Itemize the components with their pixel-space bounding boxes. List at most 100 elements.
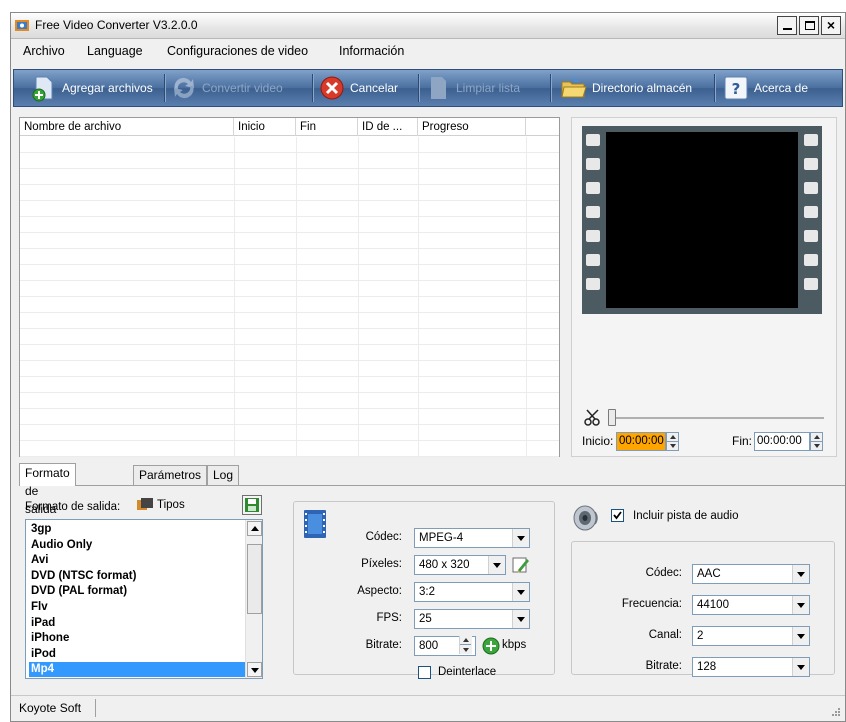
types-button[interactable]: Tipos	[137, 495, 185, 515]
table-row	[20, 377, 559, 393]
arrow-up-icon	[251, 526, 259, 531]
format-list-item[interactable]: DVD (NTSC format)	[29, 569, 245, 584]
aspect-select[interactable]: 3:2	[414, 582, 530, 602]
about-button[interactable]: ? Acerca de	[722, 70, 808, 106]
speaker-icon	[573, 505, 598, 531]
save-preset-button[interactable]	[242, 495, 262, 515]
chevron-down-icon[interactable]	[512, 583, 529, 601]
format-list-item[interactable]: Mp4	[29, 662, 245, 678]
end-time-spinner[interactable]	[810, 432, 823, 451]
table-row	[20, 153, 559, 169]
video-codec-value: MPEG-4	[419, 532, 464, 544]
video-codec-label: Códec:	[365, 531, 402, 543]
chevron-down-icon[interactable]	[488, 556, 505, 574]
table-row	[20, 425, 559, 441]
column-id[interactable]: ID de ...	[358, 118, 418, 136]
resize-grip-icon[interactable]	[829, 705, 841, 717]
clear-list-button[interactable]: Limpiar lista	[424, 70, 520, 106]
add-bitrate-icon[interactable]	[482, 637, 500, 655]
table-row	[20, 409, 559, 425]
chevron-down-icon[interactable]	[792, 658, 809, 676]
format-list-item[interactable]: Flv	[29, 600, 245, 615]
minimize-button[interactable]	[777, 16, 797, 35]
format-list-item[interactable]: iPhone	[29, 631, 245, 646]
format-list-item[interactable]: DVD (PAL format)	[29, 584, 245, 599]
format-list-item[interactable]: 3gp	[29, 522, 245, 537]
format-list-item[interactable]: Avi	[29, 553, 245, 568]
table-row	[20, 137, 559, 153]
end-time-label: Fin:	[732, 434, 753, 448]
seek-thumb[interactable]	[608, 409, 616, 426]
title-bar[interactable]: Free Video Converter V3.2.0.0 ×	[11, 13, 845, 39]
deinterlace-label: Deinterlace	[438, 666, 497, 678]
table-row	[20, 249, 559, 265]
video-bitrate-input[interactable]: 800	[414, 636, 476, 656]
menu-video-settings[interactable]: Configuraciones de video	[167, 44, 308, 58]
format-list[interactable]: 3gp Audio Only Avi DVD (NTSC format) DVD (PA…	[25, 519, 263, 679]
menu-language[interactable]: Language	[87, 44, 143, 58]
format-list-item[interactable]: Audio Only	[29, 538, 245, 553]
scroll-down-button[interactable]	[247, 662, 262, 677]
file-list[interactable]: Nombre de archivo Inicio Fin ID de ... P…	[19, 117, 560, 457]
audio-codec-label: Códec:	[645, 567, 682, 579]
column-filename[interactable]: Nombre de archivo	[20, 118, 234, 136]
clear-list-label: Limpiar lista	[456, 81, 521, 95]
audio-bitrate-select[interactable]: 128	[692, 657, 810, 677]
scroll-thumb[interactable]	[247, 544, 262, 614]
toolbar-separator	[312, 74, 314, 102]
scroll-up-button[interactable]	[247, 521, 262, 536]
include-audio-checkbox[interactable]	[611, 509, 624, 522]
audio-codec-select[interactable]: AAC	[692, 564, 810, 584]
edit-resolution-icon[interactable]	[512, 556, 530, 574]
column-start[interactable]: Inicio	[234, 118, 296, 136]
video-codec-select[interactable]: MPEG-4	[414, 528, 530, 548]
table-row	[20, 233, 559, 249]
column-end[interactable]: Fin	[296, 118, 358, 136]
menu-archivo[interactable]: Archivo	[23, 44, 65, 58]
cancel-button[interactable]: Cancelar	[318, 70, 398, 106]
scissors-icon[interactable]	[584, 408, 602, 426]
end-time-input[interactable]: 00:00:00	[754, 432, 810, 451]
convert-video-button[interactable]: Convertir video	[170, 70, 283, 106]
deinterlace-checkbox[interactable]	[418, 666, 431, 679]
format-list-item[interactable]: iPod	[29, 647, 245, 662]
pixels-select[interactable]: 480 x 320	[414, 555, 506, 575]
maximize-button[interactable]	[799, 16, 819, 35]
bitrate-spinner[interactable]	[459, 636, 472, 654]
table-row	[20, 185, 559, 201]
chevron-down-icon[interactable]	[792, 596, 809, 614]
toolbar-separator	[550, 74, 552, 102]
channel-select[interactable]: 2	[692, 626, 810, 646]
file-list-header: Nombre de archivo Inicio Fin ID de ... P…	[20, 118, 559, 136]
window-title: Free Video Converter V3.2.0.0	[35, 18, 198, 32]
film-strip-icon	[582, 126, 822, 314]
tab-parameters[interactable]: Parámetros	[133, 465, 208, 485]
seek-track[interactable]	[612, 417, 824, 419]
status-text: Koyote Soft	[19, 701, 82, 715]
tab-output-format[interactable]: Formato de salida	[19, 463, 76, 516]
help-icon: ?	[724, 76, 748, 100]
bitrate-unit: kbps	[502, 639, 527, 651]
close-button[interactable]: ×	[821, 16, 841, 35]
chevron-down-icon[interactable]	[792, 565, 809, 583]
format-list-scrollbar[interactable]	[245, 520, 262, 678]
fps-value: 25	[419, 613, 432, 625]
cancel-icon	[320, 76, 344, 100]
svg-text:?: ?	[732, 80, 741, 98]
table-row	[20, 217, 559, 233]
add-files-button[interactable]: Agregar archivos	[30, 70, 153, 106]
frequency-select[interactable]: 44100	[692, 595, 810, 615]
start-time-spinner[interactable]	[666, 432, 679, 451]
chevron-down-icon[interactable]	[512, 529, 529, 547]
fps-select[interactable]: 25	[414, 609, 530, 629]
chevron-down-icon[interactable]	[512, 610, 529, 628]
chevron-down-icon[interactable]	[792, 627, 809, 645]
start-time-input[interactable]: 00:00:00	[616, 432, 666, 451]
menu-informacion[interactable]: Información	[339, 44, 404, 58]
video-bitrate-value: 800	[419, 640, 439, 652]
storage-directory-button[interactable]: Directorio almacén	[560, 70, 692, 106]
fps-label: FPS:	[376, 612, 402, 624]
tab-log[interactable]: Log	[207, 465, 240, 485]
format-list-item[interactable]: iPad	[29, 616, 245, 631]
column-progress[interactable]: Progreso	[418, 118, 526, 136]
